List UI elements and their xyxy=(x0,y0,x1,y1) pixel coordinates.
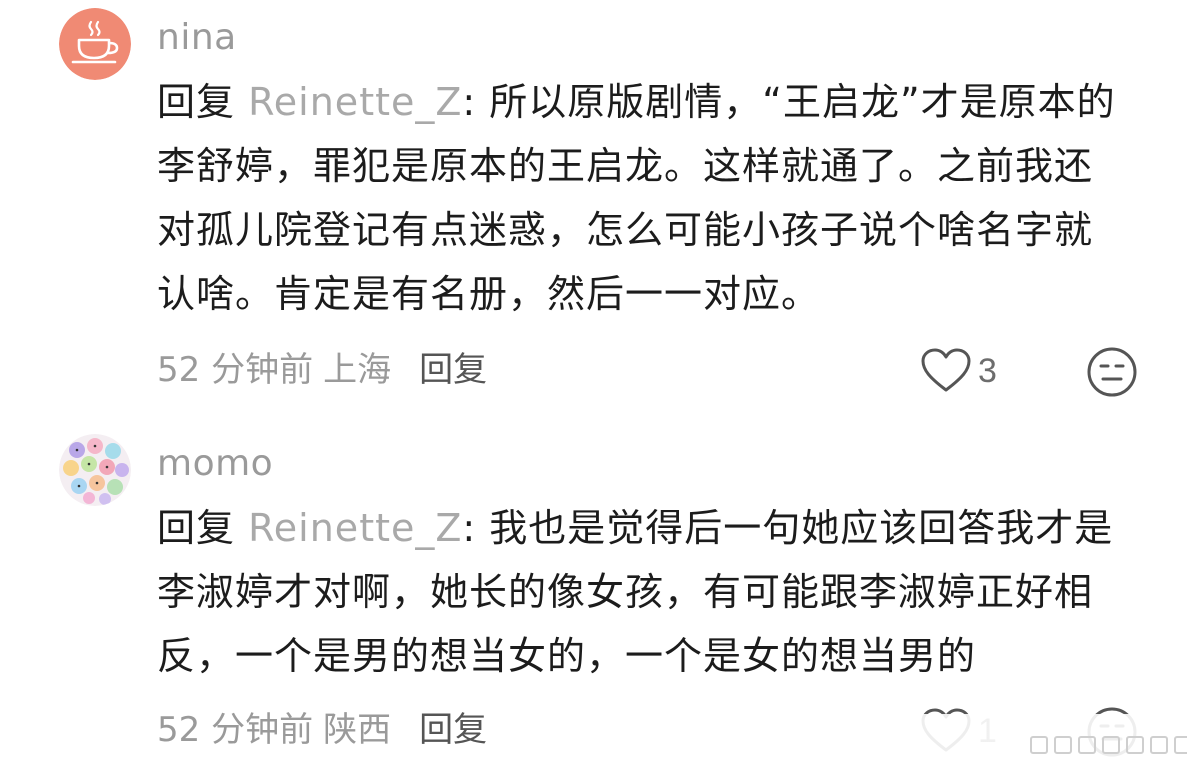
reply-prefix: 回复 xyxy=(157,80,249,124)
comment-meta: 52 分钟前 陕西 回复 xyxy=(157,710,487,750)
reply-button[interactable]: 回复 xyxy=(419,710,487,750)
sticker-collage-icon xyxy=(59,434,131,506)
location: 陕西 xyxy=(323,710,392,750)
reply-prefix: 回复 xyxy=(157,506,249,550)
username[interactable]: momo xyxy=(157,444,273,484)
like-count: 3 xyxy=(978,351,997,390)
teacup-icon xyxy=(59,8,131,80)
reply-button[interactable]: 回复 xyxy=(419,350,487,390)
reply-target-username[interactable]: Reinette_Z xyxy=(248,506,462,550)
comment-text: 回复 Reinette_Z: 我也是觉得后一句她应该回答我才是李淑婷才对啊，她长… xyxy=(157,496,1122,688)
timestamp: 52 分钟前 xyxy=(157,350,314,390)
comment-item: nina 回复 Reinette_Z: 所以原版剧情，“王启龙”才是原本的李舒婷… xyxy=(0,0,1187,420)
like-button[interactable]: 3 xyxy=(920,346,997,396)
timestamp: 52 分钟前 xyxy=(157,710,314,750)
watermark xyxy=(1030,736,1187,754)
reply-colon: : xyxy=(462,506,490,550)
comment-meta: 52 分钟前 上海 回复 xyxy=(157,350,487,390)
comment-text: 回复 Reinette_Z: 所以原版剧情，“王启龙”才是原本的李舒婷，罪犯是原… xyxy=(157,70,1122,326)
avatar[interactable] xyxy=(59,8,131,80)
reply-colon: : xyxy=(462,80,490,124)
meh-face-icon[interactable] xyxy=(1086,346,1138,398)
heart-outline-icon xyxy=(921,348,971,392)
username[interactable]: nina xyxy=(157,18,237,58)
reply-target-username[interactable]: Reinette_Z xyxy=(248,80,462,124)
avatar[interactable] xyxy=(59,434,131,506)
location: 上海 xyxy=(323,350,392,390)
